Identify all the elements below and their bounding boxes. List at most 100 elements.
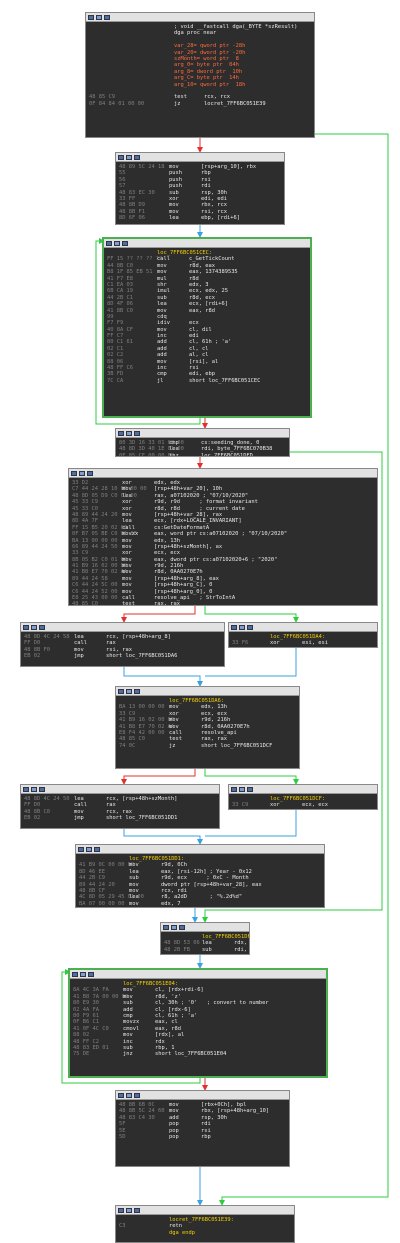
zoom-icon[interactable]	[134, 688, 140, 694]
color-icon[interactable]	[126, 430, 132, 436]
code-block[interactable]: loc_7FF6BC051CEC: FF 15 ?? ?? ?? ?? call c_…	[102, 237, 312, 418]
code-block[interactable]: 33 D2 xor edx, edx C7 44 24 28 10 00 00 00 m…	[68, 468, 378, 606]
graph-icon[interactable]	[72, 971, 78, 977]
asm-line[interactable]: 8D 6F 06 lea ebp, [rdi+6]	[119, 215, 281, 221]
block-titlebar[interactable]	[21, 785, 219, 794]
asm-line[interactable]: FF 15 32 20 02 00call cs:wnsprintfA	[79, 907, 321, 908]
zoom-icon[interactable]	[134, 154, 140, 160]
code-block[interactable]: 48 8D 4C 24 50 lea rcx, [rsp+48h+szMonth] F…	[20, 784, 220, 829]
asm-line[interactable]: 48 2B FB sub rdi, rbx	[164, 947, 247, 953]
zoom-icon[interactable]	[134, 430, 140, 436]
zoom-icon[interactable]	[39, 624, 45, 630]
operands: short loc_7FF6BC051DCF	[201, 742, 273, 749]
graph-icon[interactable]	[118, 688, 124, 694]
graph-icon[interactable]	[231, 786, 237, 792]
asm-line[interactable]: 74 0C jz short loc_7FF6BC051DCF	[119, 743, 296, 749]
block-titlebar[interactable]	[21, 623, 224, 632]
graph-icon[interactable]	[71, 470, 77, 476]
color-icon[interactable]	[86, 846, 92, 852]
code-block[interactable]: loc_7FF6BC051DA6: BA 13 00 00 00 mov edx, 1…	[115, 686, 300, 769]
code-block[interactable]: loc_7FF6BC051DCF: 33 C9 xor ecx, ecx	[228, 784, 378, 810]
code-block[interactable]: loc_7FF6BC051DFD:48 8D 53 06leardx, [rbx…	[160, 922, 250, 955]
zoom-icon[interactable]	[247, 786, 253, 792]
asm-line[interactable]: EB 02 jmp short loc_7FF6BC051DA6	[24, 653, 221, 659]
code-block[interactable]: loc_7FF6BC051E04: 8A 4C 3A FA mov cl, [rdx+…	[68, 968, 328, 1078]
graph-icon[interactable]	[118, 1092, 124, 1098]
block-titlebar[interactable]	[116, 687, 299, 696]
asm-line[interactable]: 48 85 C0 test rax, rax	[72, 601, 374, 605]
block-body: loc_7FF6BC051DFD:48 8D 53 06leardx, [rbx…	[161, 932, 249, 954]
block-titlebar[interactable]	[76, 845, 324, 854]
code-block[interactable]: ; void __fastcall dga(_BYTE *szResult) dg…	[85, 12, 315, 138]
block-titlebar[interactable]	[86, 13, 314, 22]
asm-line[interactable]: 33 F6 xor esi, esi	[232, 640, 374, 646]
color-icon[interactable]	[31, 786, 37, 792]
color-icon[interactable]	[239, 624, 245, 630]
block-body: 48 8D 4C 24 50 lea rcx, [rsp+48h+szMonth] F…	[21, 794, 219, 824]
code-block[interactable]: locret_7FF6BC051E39: C3 retn dga endp	[115, 1205, 295, 1243]
asm-line[interactable]: 0F 84 84 01 00 00 jz locret_7FF6BC051E39	[89, 101, 311, 107]
asm-line[interactable]: 33 C9 xor ecx, ecx	[232, 802, 374, 808]
color-icon[interactable]	[126, 688, 132, 694]
graph-icon[interactable]	[118, 430, 124, 436]
zoom-icon[interactable]	[88, 971, 94, 977]
graph-icon[interactable]	[78, 846, 84, 852]
color-icon[interactable]	[126, 1092, 132, 1098]
block-titlebar[interactable]	[229, 785, 377, 794]
block-body: loc_7FF6BC051CEC: FF 15 ?? ?? ?? ?? call c_…	[104, 248, 310, 386]
code-block[interactable]: 48 8D 4C 24 58 lea rcx, [rsp+48h+arg_8] FF …	[20, 622, 225, 667]
code-block[interactable]: 80 3D 16 33 01 00 00 cmp cs:seeding_done, …	[115, 428, 290, 457]
code-block[interactable]: loc_7FF6BC051DD1: 41 B9 0C 00 00 00 mov r9d…	[75, 844, 325, 908]
operands: short loc_7FF6BC051CEC	[189, 377, 261, 384]
zoom-icon[interactable]	[134, 1092, 140, 1098]
block-titlebar[interactable]	[70, 970, 326, 979]
color-icon[interactable]	[126, 1207, 132, 1213]
color-icon[interactable]	[80, 971, 86, 977]
asm-line[interactable]: 5D pop rbp	[119, 1134, 286, 1140]
edge-jump	[123, 667, 203, 687]
color-icon[interactable]	[79, 470, 85, 476]
color-icon[interactable]	[96, 14, 102, 20]
graph-icon[interactable]	[23, 624, 29, 630]
code-block[interactable]: loc_7FF6BC051DA4: 33 F6 xor esi, esi	[228, 622, 378, 648]
color-icon[interactable]	[114, 240, 120, 246]
asm-line[interactable]: 0F 85 CF 00 00 00 jnz loc_7FF6BC051DFD	[119, 453, 286, 456]
block-titlebar[interactable]	[69, 469, 377, 478]
zoom-icon[interactable]	[87, 470, 93, 476]
zoom-icon[interactable]	[247, 624, 253, 630]
operands: ecx, ecx	[302, 802, 328, 809]
block-titlebar[interactable]	[229, 623, 377, 632]
graph-icon[interactable]	[118, 154, 124, 160]
asm-line[interactable]: 7C CA jl short loc_7FF6BC051CEC	[107, 378, 307, 384]
zoom-icon[interactable]	[104, 14, 110, 20]
asm-line[interactable]: 75 DE jnz short loc_7FF6BC051E04	[73, 1051, 323, 1057]
graph-icon[interactable]	[118, 1207, 124, 1213]
graph-icon[interactable]	[88, 14, 94, 20]
graph-icon[interactable]	[23, 786, 29, 792]
graph-icon[interactable]	[231, 624, 237, 630]
block-body: 48 89 5C 24 18 mov [rsp+arg_10], rbx 55 push…	[116, 162, 284, 224]
block-titlebar[interactable]	[104, 239, 310, 248]
graph-icon[interactable]	[106, 240, 112, 246]
color-icon[interactable]	[171, 924, 177, 930]
asm-line[interactable]: EB 02 jmp short loc_7FF6BC051DD1	[24, 815, 216, 821]
zoom-icon[interactable]	[39, 786, 45, 792]
block-titlebar[interactable]	[161, 923, 249, 932]
block-titlebar[interactable]	[116, 153, 284, 162]
code-block[interactable]: 48 89 5C 24 18 mov [rsp+arg_10], rbx 55 push…	[115, 152, 285, 225]
block-titlebar[interactable]	[116, 429, 289, 438]
mnemonic: lea	[169, 215, 179, 222]
block-titlebar[interactable]	[116, 1091, 289, 1100]
zoom-icon[interactable]	[94, 846, 100, 852]
graph-icon[interactable]	[163, 924, 169, 930]
block-titlebar[interactable]	[116, 1206, 294, 1215]
zoom-icon[interactable]	[134, 1207, 140, 1213]
color-icon[interactable]	[126, 154, 132, 160]
zoom-icon[interactable]	[122, 240, 128, 246]
address-bytes: FF 15 32 20 02 00	[79, 907, 134, 908]
operands: short loc_7FF6BC051DA6	[106, 653, 178, 660]
color-icon[interactable]	[239, 786, 245, 792]
zoom-icon[interactable]	[179, 924, 185, 930]
code-block[interactable]: 48 8B 6B 0C mov [rbx+0Ch], bpl 48 8B 5C 24 …	[115, 1090, 290, 1167]
color-icon[interactable]	[31, 624, 37, 630]
